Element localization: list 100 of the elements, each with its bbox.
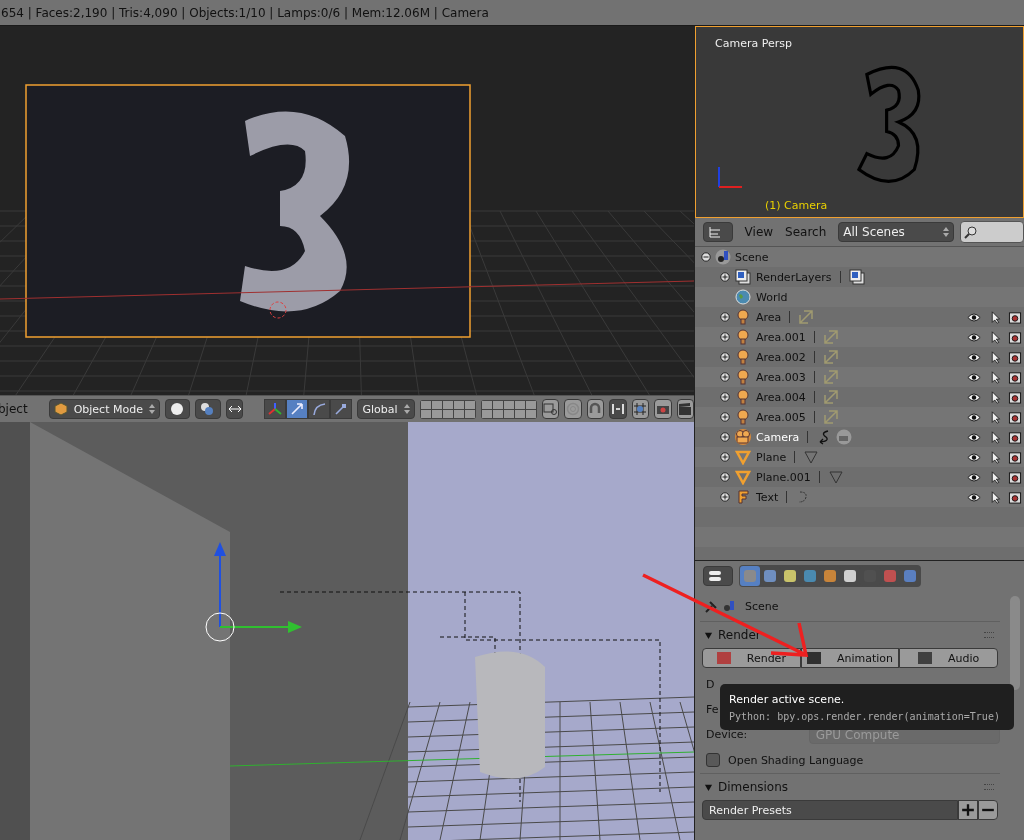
- display-mode-dropdown[interactable]: All Scenes: [838, 222, 955, 242]
- cursor-arrow-icon[interactable]: [990, 390, 1001, 404]
- layer-buttons[interactable]: [480, 399, 537, 419]
- proportional-edit-toggle[interactable]: [564, 399, 582, 419]
- object-label: (1) Camera: [765, 199, 828, 212]
- add-button[interactable]: [958, 800, 978, 820]
- tree-item-label[interactable]: Area: [756, 310, 782, 324]
- tree-item-label[interactable]: Text: [756, 490, 779, 504]
- orientation-dropdown[interactable]: Global: [357, 399, 415, 419]
- toggles-icon: [708, 569, 722, 583]
- solid-viewport[interactable]: [0, 422, 694, 840]
- snap-toggle[interactable]: [586, 399, 605, 419]
- expand-icon[interactable]: [720, 352, 730, 362]
- render-viewport[interactable]: [0, 26, 694, 395]
- camera-viewport[interactable]: Camera Persp (1) Camera: [695, 26, 1024, 218]
- expand-icon[interactable]: [720, 412, 730, 422]
- camera-icon[interactable]: [1008, 490, 1022, 504]
- manipulator-toggle[interactable]: [286, 399, 309, 419]
- cursor-arrow-icon[interactable]: [990, 370, 1001, 384]
- tree-item-label[interactable]: Plane.001: [756, 470, 811, 484]
- tree-item-label[interactable]: Area.001: [756, 330, 806, 344]
- mesh-data-icon: [803, 449, 820, 465]
- render-button[interactable]: Animation: [800, 648, 900, 668]
- scene-statistics: 654 | Faces:2,190 | Tris:4,090 | Objects:1/10 | Lamps:0/6 | Mem:12.06M | Camera: [1, 5, 489, 20]
- collapse-icon[interactable]: [701, 252, 711, 262]
- snap-target-toggle[interactable]: [631, 399, 650, 419]
- presets-dropdown[interactable]: Render Presets: [702, 800, 958, 820]
- cursor-arrow-icon[interactable]: [990, 410, 1001, 424]
- checkbox[interactable]: [706, 753, 720, 767]
- menu-item[interactable]: Search: [785, 225, 827, 239]
- snap-toggle[interactable]: [225, 399, 244, 419]
- tree-item-label[interactable]: Area.005: [756, 410, 806, 424]
- camera-icon[interactable]: [1008, 470, 1022, 484]
- expand-icon[interactable]: [720, 452, 730, 462]
- tree-item-label[interactable]: Scene: [735, 250, 769, 264]
- cursor-arrow-icon[interactable]: [990, 430, 1001, 444]
- layer-buttons[interactable]: [419, 399, 476, 419]
- visibility-eye-icon[interactable]: [967, 410, 981, 424]
- expand-icon[interactable]: [720, 272, 730, 282]
- expand-icon[interactable]: [720, 332, 730, 342]
- tree-item-label[interactable]: Area.003: [756, 370, 806, 384]
- tree-item-label[interactable]: Area.004: [756, 390, 806, 404]
- mode-dropdown[interactable]: Object Mode: [48, 399, 160, 419]
- visibility-eye-icon[interactable]: [967, 430, 981, 444]
- cursor-arrow-icon[interactable]: [990, 470, 1001, 484]
- camera-icon[interactable]: [1008, 450, 1022, 464]
- visibility-eye-icon[interactable]: [967, 450, 981, 464]
- visibility-eye-icon[interactable]: [967, 470, 981, 484]
- camera-icon[interactable]: [1008, 410, 1022, 424]
- panel-header[interactable]: Render: [700, 622, 1000, 648]
- tree-item-label[interactable]: RenderLayers: [756, 270, 832, 284]
- visibility-eye-icon[interactable]: [967, 350, 981, 364]
- tooltip-title: Render active scene.: [729, 692, 846, 706]
- camera-icon[interactable]: [1008, 310, 1022, 324]
- visibility-eye-icon[interactable]: [967, 390, 981, 404]
- camera-icon[interactable]: [1008, 370, 1022, 384]
- tree-item-label[interactable]: Area.002: [756, 350, 806, 364]
- render-button[interactable]: Render: [702, 648, 801, 668]
- pivot-dropdown[interactable]: [195, 399, 221, 419]
- pin-icon[interactable]: [705, 599, 719, 613]
- search-field[interactable]: [960, 221, 1024, 243]
- visibility-eye-icon[interactable]: [967, 310, 981, 324]
- expand-icon[interactable]: [720, 372, 730, 382]
- render-animation-button[interactable]: [676, 399, 694, 419]
- scrollbar[interactable]: [1010, 596, 1020, 690]
- checkbox-label[interactable]: Open Shading Language: [728, 753, 864, 767]
- panel-header[interactable]: Dimensions: [700, 774, 1000, 800]
- camera-data-icon: [836, 429, 853, 445]
- camera-icon[interactable]: [1008, 430, 1022, 444]
- editor-type-dropdown[interactable]: [703, 566, 733, 586]
- expand-icon[interactable]: [720, 472, 730, 482]
- visibility-eye-icon[interactable]: [967, 370, 981, 384]
- snap-element-dropdown[interactable]: [609, 399, 627, 419]
- cursor-arrow-icon[interactable]: [990, 310, 1001, 324]
- cursor-arrow-icon[interactable]: [990, 330, 1001, 344]
- manipulator-toggle[interactable]: [308, 399, 331, 419]
- camera-icon[interactable]: [1008, 390, 1022, 404]
- tree-item-label[interactable]: Plane: [756, 450, 787, 464]
- expand-icon[interactable]: [720, 312, 730, 322]
- render-button[interactable]: Audio: [899, 648, 998, 668]
- remove-button[interactable]: [978, 800, 998, 820]
- expand-icon[interactable]: [720, 492, 730, 502]
- shading-dropdown[interactable]: [164, 399, 191, 419]
- visibility-eye-icon[interactable]: [967, 330, 981, 344]
- tree-item-label[interactable]: Camera: [756, 430, 800, 444]
- menu-item[interactable]: View: [744, 225, 774, 239]
- tree-item-label[interactable]: World: [756, 290, 788, 304]
- cursor-arrow-icon[interactable]: [990, 450, 1001, 464]
- expand-icon[interactable]: [720, 392, 730, 402]
- visibility-eye-icon[interactable]: [967, 490, 981, 504]
- editor-type-dropdown[interactable]: [703, 222, 733, 242]
- manipulator-toggle[interactable]: [264, 399, 287, 419]
- manipulator-toggle[interactable]: [330, 399, 353, 419]
- cursor-arrow-icon[interactable]: [990, 490, 1001, 504]
- camera-icon[interactable]: [1008, 350, 1022, 364]
- render-still-button[interactable]: [654, 399, 672, 419]
- expand-icon[interactable]: [720, 432, 730, 442]
- lock-camera-toggle[interactable]: [541, 399, 560, 419]
- camera-icon[interactable]: [1008, 330, 1022, 344]
- cursor-arrow-icon[interactable]: [990, 350, 1001, 364]
